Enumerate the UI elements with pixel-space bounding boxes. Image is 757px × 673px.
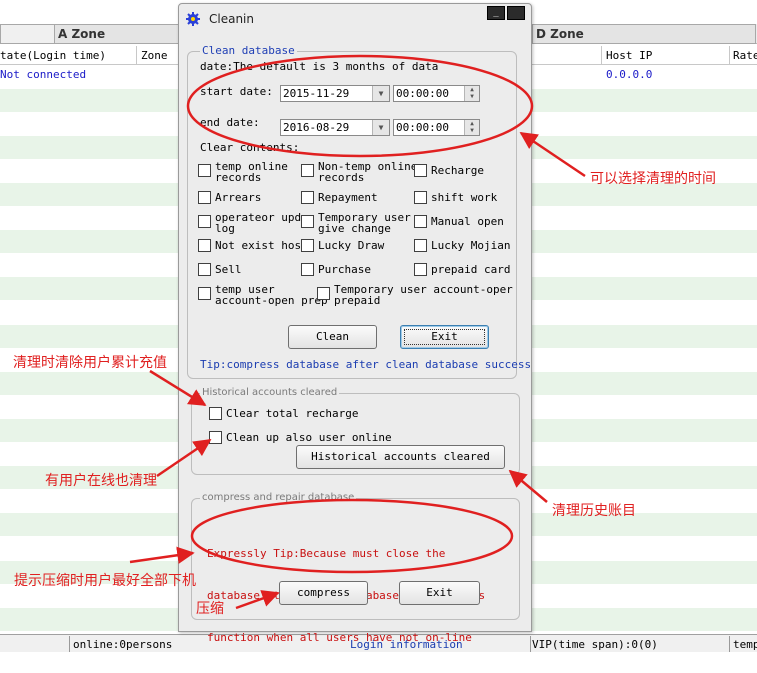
annotation-clear-recharge: 清理时清除用户累计充值 (13, 355, 167, 371)
arrow-compress-tip (129, 546, 195, 564)
arrow-online (156, 438, 212, 478)
annotation-overlay (129, 54, 586, 610)
arrow-history (508, 469, 548, 503)
arrow-time (519, 131, 586, 178)
annotation-compress-tip: 提示压缩时用户最好全部下机 (14, 573, 196, 589)
time-ellipse (186, 54, 534, 158)
annotation-compress: 压缩 (196, 601, 224, 617)
annotation-history: 清理历史账目 (552, 503, 636, 519)
annotation-online: 有用户在线也清理 (45, 473, 157, 489)
compress-tip-ellipse (190, 498, 514, 574)
arrow-compress (235, 590, 280, 610)
arrow-clear-recharge (149, 369, 207, 407)
annotation-time: 可以选择清理的时间 (590, 171, 716, 187)
